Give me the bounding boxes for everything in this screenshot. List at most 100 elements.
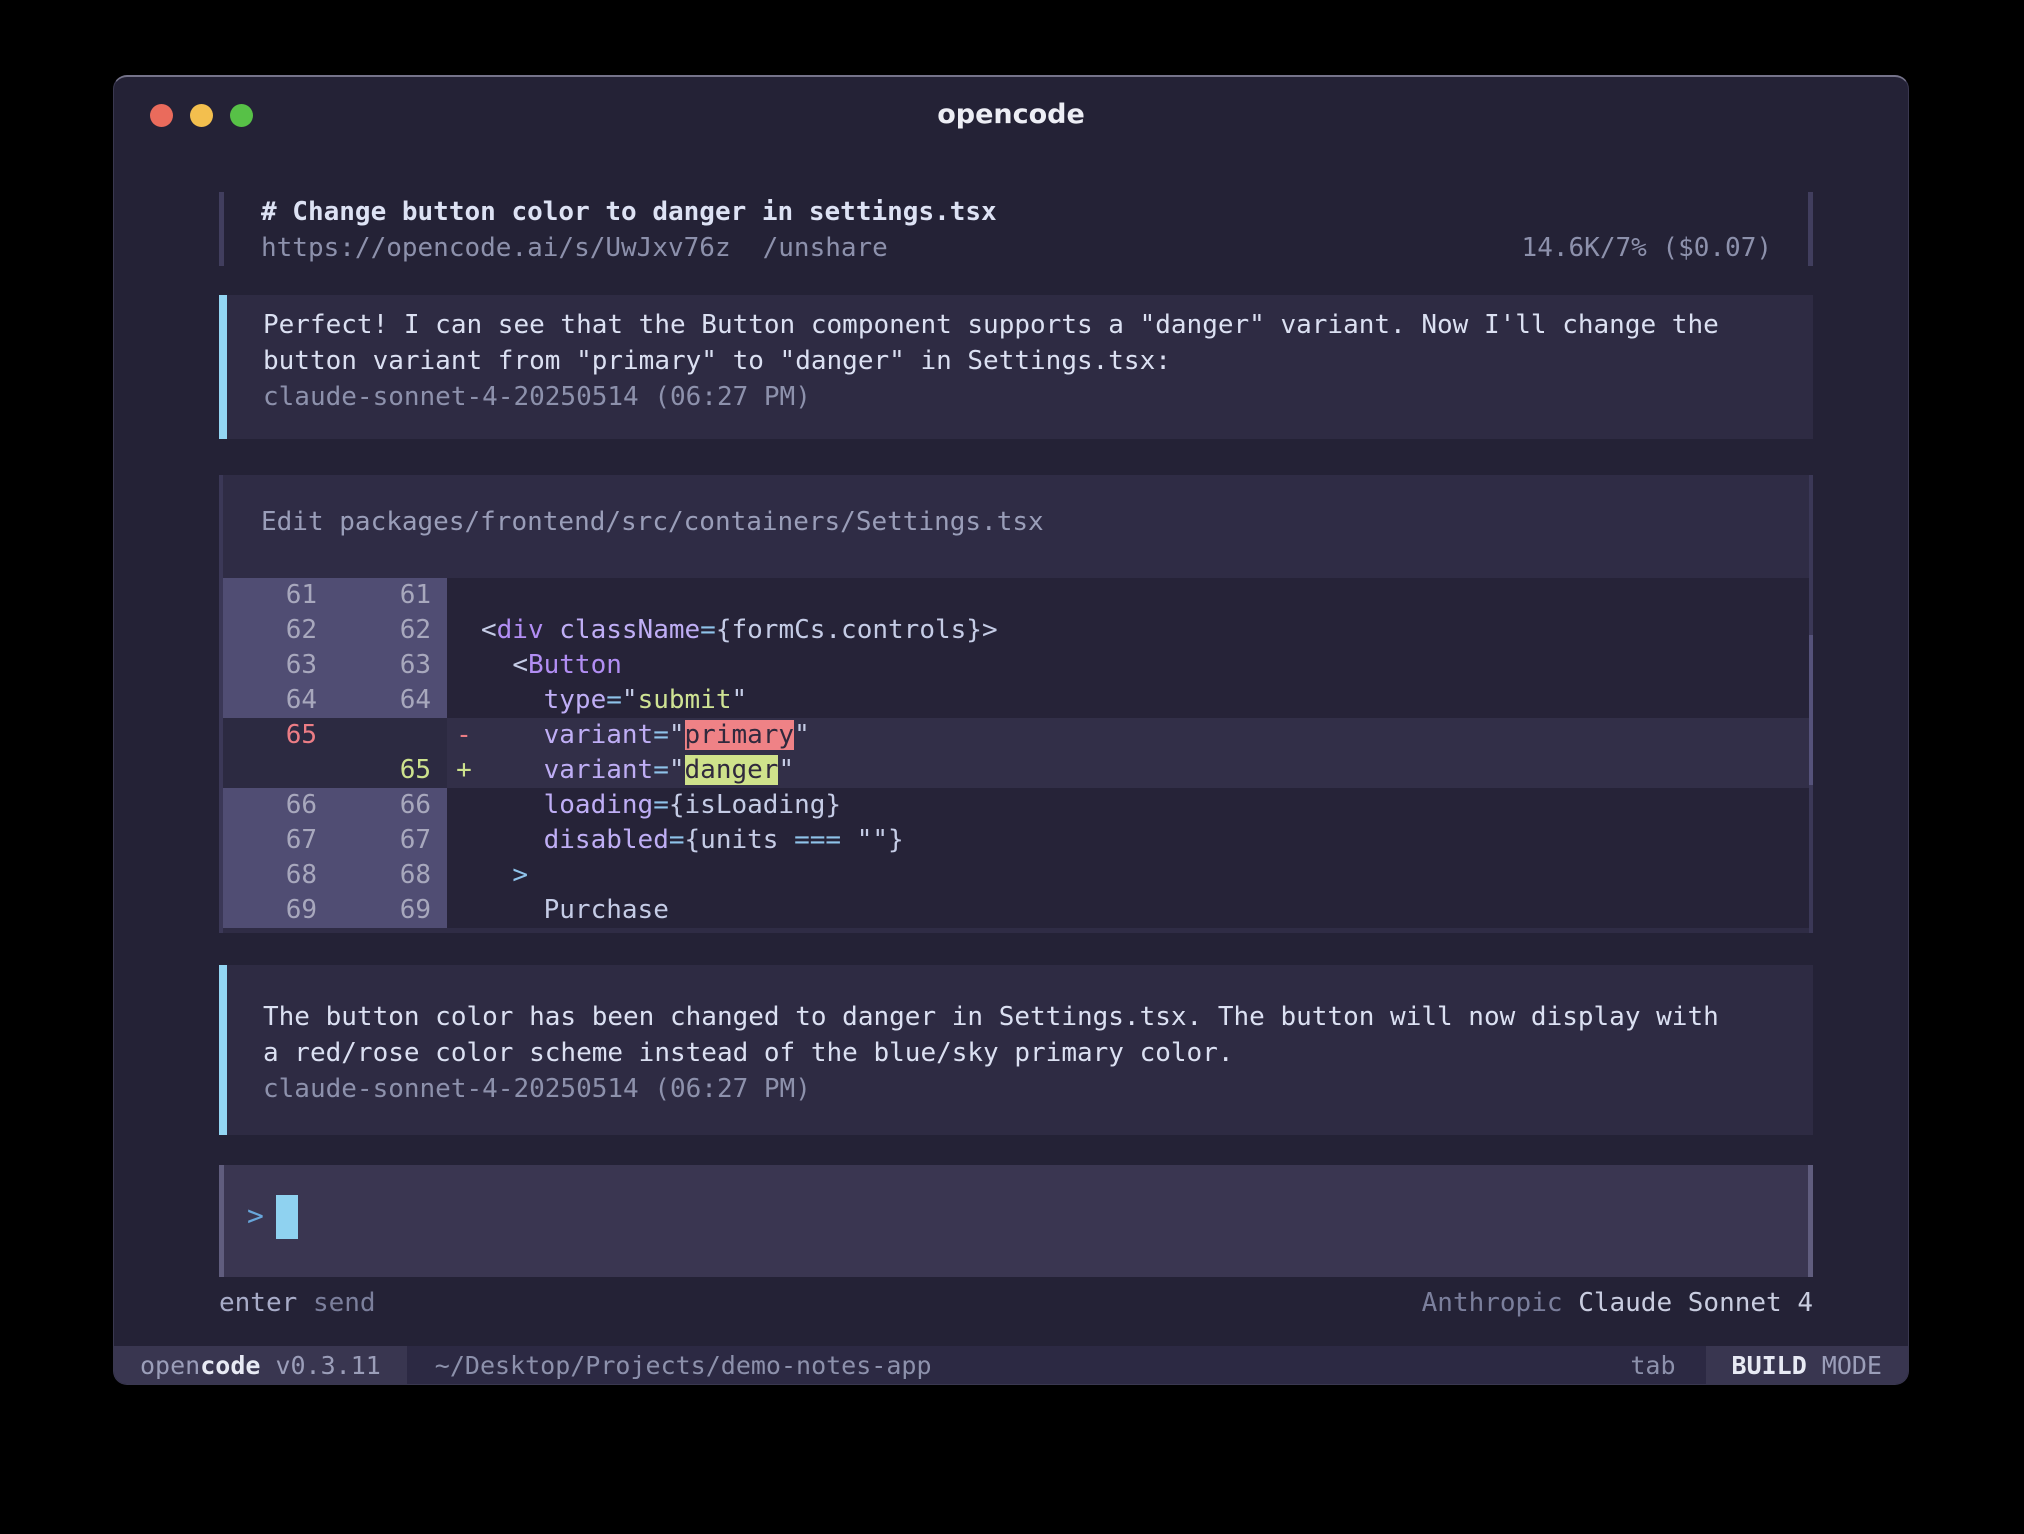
code-token: disabled bbox=[544, 825, 669, 855]
app-version-badge: opencode v0.3.11 bbox=[114, 1346, 407, 1384]
code-token: className bbox=[559, 615, 700, 645]
added-text-highlight: danger bbox=[685, 755, 779, 785]
opencode-window: opencode # Change button color to danger… bbox=[113, 75, 1909, 1385]
mode-label: MODE bbox=[1822, 1351, 1882, 1380]
new-line-number: 65 bbox=[333, 753, 447, 788]
old-line-number: 62 bbox=[223, 613, 333, 648]
diff-view: 61616262<div className={formCs.controls}… bbox=[223, 578, 1809, 928]
diff-row-ctx: 6464 type="submit" bbox=[223, 683, 1809, 718]
model-name: Claude Sonnet 4 bbox=[1578, 1288, 1813, 1318]
code-line: type="submit" bbox=[481, 683, 1809, 718]
code-token bbox=[481, 720, 544, 750]
code-line: variant="danger" bbox=[481, 753, 1809, 788]
change-marker bbox=[447, 683, 481, 718]
edit-tool-title: Edit packages/frontend/src/containers/Se… bbox=[223, 475, 1809, 578]
code-token bbox=[481, 755, 544, 785]
change-marker bbox=[447, 858, 481, 893]
diff-row-ctx: 6363 <Button bbox=[223, 648, 1809, 683]
code-token bbox=[481, 825, 544, 855]
code-token: = bbox=[700, 615, 716, 645]
code-token bbox=[841, 825, 857, 855]
status-bar: opencodev0.3.11 ~/Desktop/Projects/demo-… bbox=[114, 1346, 1908, 1384]
prompt-symbol: > bbox=[247, 1199, 264, 1232]
change-marker bbox=[447, 578, 481, 613]
change-marker bbox=[447, 823, 481, 858]
old-line-number: 67 bbox=[223, 823, 333, 858]
new-line-number: 64 bbox=[333, 683, 447, 718]
code-token: > bbox=[982, 615, 998, 645]
code-token: > bbox=[512, 860, 528, 890]
message-meta: claude-sonnet-4-20250514 (06:27 PM) bbox=[263, 1071, 1813, 1107]
share-url-link[interactable]: https://opencode.ai/s/UwJxv76z bbox=[261, 233, 731, 263]
change-marker: - bbox=[447, 718, 481, 753]
old-line-number: 64 bbox=[223, 683, 333, 718]
diff-row-ctx: 6666 loading={isLoading} bbox=[223, 788, 1809, 823]
code-token: Purchase bbox=[544, 895, 669, 925]
message-line: Perfect! I can see that the Button compo… bbox=[263, 307, 1813, 343]
code-token: " bbox=[794, 720, 810, 750]
app-version: v0.3.11 bbox=[275, 1351, 380, 1380]
status-left: opencodev0.3.11 ~/Desktop/Projects/demo-… bbox=[114, 1346, 932, 1384]
mode-label-bold: BUILD bbox=[1732, 1351, 1807, 1380]
new-line-number: 68 bbox=[333, 858, 447, 893]
old-line-number: 65 bbox=[223, 718, 333, 753]
session-header: # Change button color to danger in setti… bbox=[219, 192, 1813, 266]
code-token: loading bbox=[544, 790, 654, 820]
code-token bbox=[481, 685, 544, 715]
change-marker bbox=[447, 893, 481, 928]
token-usage-stats: 14.6K/7% ($0.07) bbox=[1522, 230, 1772, 266]
app-name-code: code bbox=[200, 1351, 260, 1380]
code-token bbox=[481, 895, 544, 925]
code-token: variant bbox=[544, 720, 654, 750]
diff-row-ctx: 6161 bbox=[223, 578, 1809, 613]
code-token: {formCs.controls} bbox=[716, 615, 982, 645]
diff-row-add: 65+ variant="danger" bbox=[223, 753, 1809, 788]
new-line-number bbox=[333, 718, 447, 753]
message-line: The button color has been changed to dan… bbox=[263, 999, 1813, 1035]
scrollbar-thumb[interactable] bbox=[1809, 635, 1813, 785]
status-right: tab BUILD MODE bbox=[1630, 1346, 1908, 1384]
code-token: === bbox=[794, 825, 841, 855]
code-token: Button bbox=[528, 650, 622, 680]
assistant-message: Perfect! I can see that the Button compo… bbox=[219, 295, 1813, 439]
code-token bbox=[481, 790, 544, 820]
new-line-number: 67 bbox=[333, 823, 447, 858]
new-line-number: 66 bbox=[333, 788, 447, 823]
change-marker bbox=[447, 648, 481, 683]
change-marker bbox=[447, 613, 481, 648]
code-token: < bbox=[481, 615, 497, 645]
code-token: < bbox=[512, 650, 528, 680]
code-token: " bbox=[731, 685, 747, 715]
old-line-number: 66 bbox=[223, 788, 333, 823]
new-line-number: 69 bbox=[333, 893, 447, 928]
code-token: " bbox=[669, 755, 685, 785]
code-token: div bbox=[497, 615, 544, 645]
diff-row-ctx: 6767 disabled={units === ""} bbox=[223, 823, 1809, 858]
diff-row-del: 65- variant="primary" bbox=[223, 718, 1809, 753]
code-token bbox=[544, 615, 560, 645]
prompt-input[interactable]: > bbox=[219, 1165, 1813, 1277]
code-line: disabled={units === ""} bbox=[481, 823, 1809, 858]
message-line: a red/rose color scheme instead of the b… bbox=[263, 1035, 1813, 1071]
assistant-message: The button color has been changed to dan… bbox=[219, 965, 1813, 1135]
diff-row-ctx: 6969 Purchase bbox=[223, 893, 1809, 928]
code-token: submit bbox=[638, 685, 732, 715]
new-line-number: 62 bbox=[333, 613, 447, 648]
unshare-command[interactable]: /unshare bbox=[763, 233, 888, 263]
code-token: type bbox=[544, 685, 607, 715]
mode-badge[interactable]: BUILD MODE bbox=[1704, 1346, 1908, 1384]
tab-key-hint[interactable]: tab bbox=[1630, 1351, 1675, 1380]
provider-name: Anthropic bbox=[1422, 1288, 1563, 1318]
code-token bbox=[481, 860, 512, 890]
model-indicator[interactable]: Anthropic Claude Sonnet 4 bbox=[1422, 1287, 1813, 1319]
removed-text-highlight: primary bbox=[685, 720, 795, 750]
old-line-number bbox=[223, 753, 333, 788]
app-name-open: open bbox=[140, 1351, 200, 1380]
code-token: = bbox=[653, 755, 669, 785]
code-token: variant bbox=[544, 755, 654, 785]
code-token: } bbox=[888, 825, 904, 855]
hint-action: send bbox=[313, 1288, 376, 1318]
code-token: = bbox=[669, 825, 685, 855]
diff-row-ctx: 6868 > bbox=[223, 858, 1809, 893]
code-token: = bbox=[606, 685, 622, 715]
